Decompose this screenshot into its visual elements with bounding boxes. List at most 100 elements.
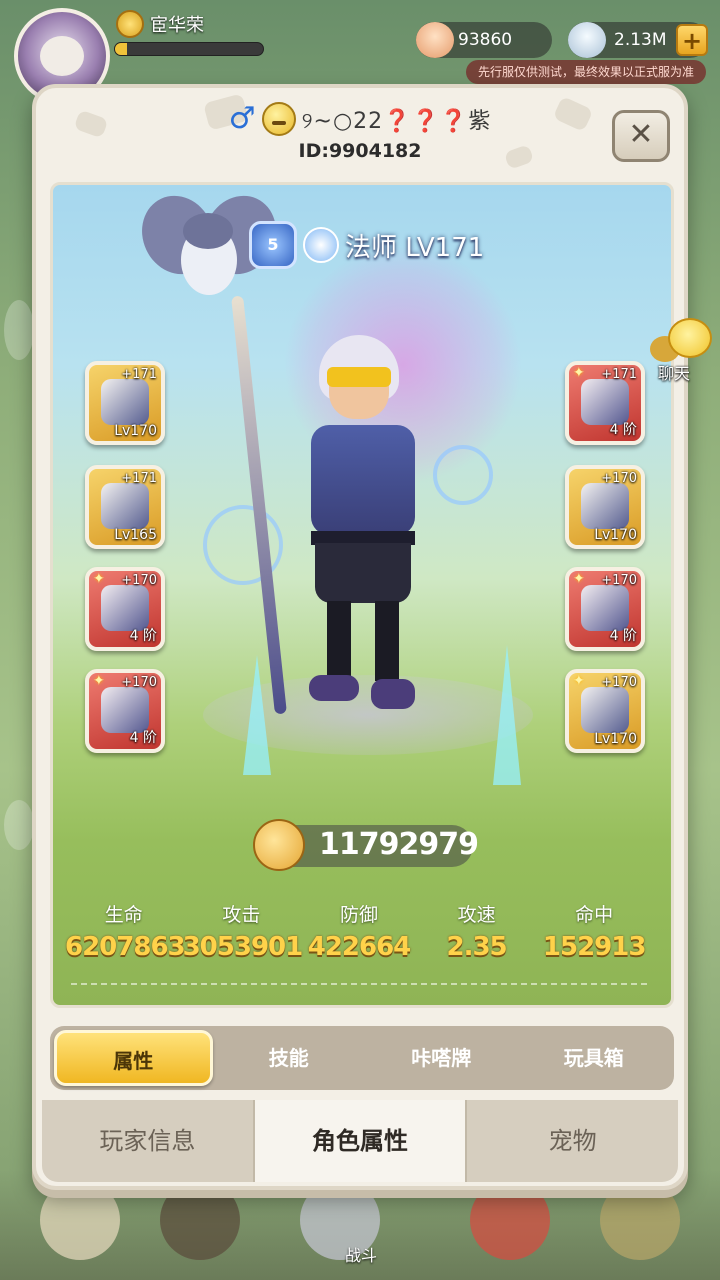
stat-label: 防御 bbox=[339, 904, 378, 926]
tab-pets[interactable]: 宠物 bbox=[467, 1100, 679, 1182]
stat-value: 152913 bbox=[542, 932, 647, 962]
dock-character-icon[interactable] bbox=[600, 1180, 680, 1260]
stat-accuracy: 命中 152913 bbox=[535, 901, 653, 965]
star-icon: ✦ bbox=[573, 571, 585, 587]
side-decoration bbox=[4, 800, 34, 850]
dock-character-icon[interactable] bbox=[160, 1180, 240, 1260]
equip-slot-right-3[interactable]: ✦ +170 4 阶 bbox=[565, 567, 645, 651]
equip-slot-left-2[interactable]: +171 Lv165 bbox=[85, 465, 165, 549]
dock-character-icon[interactable] bbox=[40, 1180, 120, 1260]
shell-currency[interactable]: 93860 bbox=[416, 22, 552, 58]
emoji-badge-icon bbox=[261, 102, 296, 136]
equipment-icon bbox=[581, 687, 629, 733]
battle-label[interactable]: 战斗 bbox=[336, 1242, 386, 1266]
tab-character-attributes[interactable]: 角色属性 bbox=[254, 1100, 468, 1182]
equip-slot-left-3[interactable]: ✦ +170 4 阶 bbox=[85, 567, 165, 651]
pearl-amount: 2.13M bbox=[614, 30, 667, 50]
equip-slot-right-4[interactable]: ✦ +170 Lv170 bbox=[565, 669, 645, 753]
chat-label: 聊天 bbox=[658, 364, 691, 383]
exp-bar bbox=[114, 42, 264, 56]
pearl-icon bbox=[568, 22, 606, 58]
tab-toybox[interactable]: 玩具箱 bbox=[518, 1030, 671, 1086]
player-id: ID:9904182 bbox=[298, 140, 422, 162]
hud-player-name: 宦华荣 bbox=[150, 15, 204, 36]
dock-character-icon[interactable] bbox=[470, 1180, 550, 1260]
level-badge-icon bbox=[116, 10, 144, 38]
add-currency-button[interactable]: + bbox=[676, 24, 708, 56]
stats-row-1: 生命 6207863 攻击 3053901 防御 422664 攻速 2.35 命中 15… bbox=[65, 901, 653, 965]
stat-value: 6207863 bbox=[65, 932, 186, 962]
enhance-level: +170 bbox=[121, 675, 157, 690]
shell-icon bbox=[416, 22, 454, 58]
chat-smiley-icon bbox=[668, 318, 712, 358]
attribute-stats: 生命 6207863 攻击 3053901 防御 422664 攻速 2.35 命中 15… bbox=[65, 901, 657, 1008]
star-icon: ✦ bbox=[573, 673, 585, 689]
equip-slot-left-1[interactable]: +171 Lv170 bbox=[85, 361, 165, 445]
item-tier: 4 阶 bbox=[609, 422, 637, 438]
sub-tab-bar: 属性 技能 咔嗒牌 玩具箱 bbox=[50, 1026, 674, 1090]
item-tier: Lv170 bbox=[594, 527, 637, 543]
enhance-level: +171 bbox=[121, 471, 157, 486]
stat-label: 攻速 bbox=[457, 904, 496, 926]
combat-power-value: 11792979 bbox=[319, 827, 479, 862]
stat-value: 3053901 bbox=[182, 932, 304, 962]
stats-row-2: 闪避68093 暴击216445 韧性148299 格挡179602 破击217… bbox=[65, 1007, 653, 1008]
equipment-icon bbox=[581, 483, 629, 529]
enhance-level: +170 bbox=[601, 573, 637, 588]
avatar-face bbox=[40, 36, 84, 76]
tab-cards[interactable]: 咔嗒牌 bbox=[365, 1030, 518, 1086]
stats-divider bbox=[71, 983, 647, 985]
top-hud: 宦华荣 93860 2.13M + 先行服仅供测试，最终效果以正式服为准 bbox=[0, 0, 720, 104]
stat-block: 格挡179602 bbox=[418, 1007, 536, 1008]
hud-name-row: 宦华荣 bbox=[116, 10, 204, 38]
equipment-icon bbox=[101, 379, 149, 425]
star-icon: ✦ bbox=[93, 673, 105, 689]
tab-attributes[interactable]: 属性 bbox=[54, 1030, 213, 1086]
star-icon: ✦ bbox=[93, 571, 105, 587]
item-tier: Lv170 bbox=[114, 423, 157, 439]
stat-label: 闪避 bbox=[65, 1007, 183, 1008]
enhance-level: +170 bbox=[121, 573, 157, 588]
stat-attack-speed: 攻速 2.35 bbox=[418, 901, 536, 965]
item-tier: 4 阶 bbox=[129, 730, 157, 746]
tab-skills[interactable]: 技能 bbox=[213, 1030, 366, 1086]
chat-button[interactable]: 聊天 bbox=[650, 318, 716, 388]
stat-label: 攻击 bbox=[222, 904, 261, 926]
equip-slot-right-1[interactable]: ✦ +171 4 阶 bbox=[565, 361, 645, 445]
player-profile-modal: ♂ ୨~○22❓❓❓紫 ID:9904182 ✕ 5 法师 LV171 +171… bbox=[32, 84, 688, 1190]
profile-player-name: ୨~○22❓❓❓紫 bbox=[301, 109, 492, 134]
energy-swirl bbox=[433, 445, 493, 505]
stat-hp: 生命 6207863 bbox=[65, 901, 186, 965]
character-model[interactable] bbox=[293, 335, 433, 715]
exp-bar-fill bbox=[115, 43, 127, 55]
equip-slot-left-4[interactable]: ✦ +170 4 阶 bbox=[85, 669, 165, 753]
stat-attack: 攻击 3053901 bbox=[182, 901, 304, 965]
side-decoration bbox=[4, 300, 34, 360]
close-button[interactable]: ✕ bbox=[612, 110, 670, 162]
stat-crit: 暴击216445 bbox=[183, 1007, 301, 1008]
equip-slot-right-2[interactable]: +170 Lv170 bbox=[565, 465, 645, 549]
stat-toughness: 韧性148299 bbox=[300, 1007, 418, 1008]
shell-amount: 93860 bbox=[458, 30, 513, 50]
item-tier: 4 阶 bbox=[609, 628, 637, 644]
item-tier: 4 阶 bbox=[129, 628, 157, 644]
stat-dodge: 闪避68093 bbox=[65, 1007, 183, 1008]
stat-defense: 防御 422664 bbox=[300, 901, 418, 965]
test-server-notice: 先行服仅供测试，最终效果以正式服为准 bbox=[465, 60, 706, 84]
tab-player-info[interactable]: 玩家信息 bbox=[42, 1100, 255, 1182]
ice-crystal bbox=[243, 655, 271, 775]
stat-label: 暴击 bbox=[183, 1007, 301, 1008]
stat-penetration: 破击217898 bbox=[535, 1007, 653, 1008]
pearl-currency[interactable]: 2.13M + bbox=[568, 22, 708, 58]
class-level-label: 法师 LV171 bbox=[345, 232, 485, 263]
item-tier: Lv165 bbox=[114, 527, 157, 543]
stat-label: 破击 bbox=[535, 1007, 653, 1008]
mage-class-icon bbox=[303, 227, 339, 263]
item-tier: Lv170 bbox=[594, 731, 637, 747]
stat-value: 422664 bbox=[307, 932, 412, 962]
enhance-level: +171 bbox=[121, 367, 157, 382]
equipment-icon bbox=[101, 483, 149, 529]
character-showcase: 5 法师 LV171 +171 Lv170 +171 Lv165 ✦ +170 4 阶 … bbox=[50, 182, 674, 1008]
enhance-level: +171 bbox=[601, 367, 637, 382]
rank-badge: 5 bbox=[249, 221, 297, 269]
